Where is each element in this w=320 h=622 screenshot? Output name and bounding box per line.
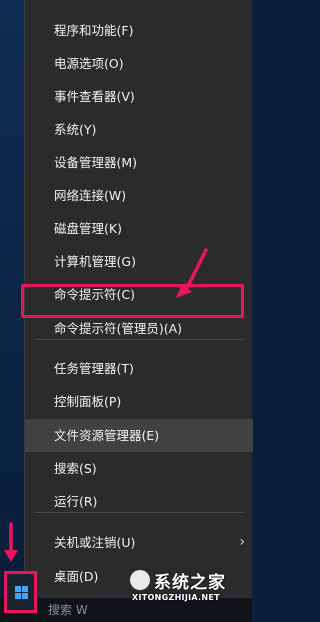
menu-item-label: 事件查看器(V) <box>54 89 135 104</box>
menu-item-label: 磁盘管理(K) <box>54 221 122 236</box>
menu-item-search[interactable]: 搜索(S) <box>25 452 253 485</box>
menu-item-label: 桌面(D) <box>54 569 99 584</box>
watermark-brand: 系统之家 <box>154 573 226 593</box>
pink-arrow-icon <box>176 248 208 298</box>
chevron-right-icon: › <box>239 534 245 550</box>
menu-item-label: 搜索(S) <box>54 461 97 476</box>
menu-item-system[interactable]: 系统(Y) <box>25 113 253 146</box>
menu-item-file-explorer[interactable]: 文件资源管理器(E) <box>25 419 253 452</box>
menu-item-label: 网络连接(W) <box>54 188 127 203</box>
menu-item-label: 文件资源管理器(E) <box>54 428 160 443</box>
menu-item-label: 任务管理器(T) <box>54 361 134 376</box>
menu-item-event-viewer[interactable]: 事件查看器(V) <box>25 80 253 113</box>
menu-item-label: 运行(R) <box>54 494 98 509</box>
start-button[interactable] <box>4 571 37 613</box>
menu-item-programs-features[interactable]: 程序和功能(F) <box>25 14 253 47</box>
menu-item-device-manager[interactable]: 设备管理器(M) <box>25 146 253 179</box>
pink-arrow-icon <box>4 522 18 562</box>
taskbar-search-box[interactable]: 搜索 W <box>48 598 88 622</box>
menu-item-power-options[interactable]: 电源选项(O) <box>25 47 253 80</box>
watermark-url: XITONGZHIJIA.NET <box>132 593 220 602</box>
menu-item-shutdown-signout[interactable]: 关机或注销(U) › <box>25 526 253 559</box>
menu-item-label: 电源选项(O) <box>54 56 124 71</box>
menu-separator <box>35 339 243 340</box>
menu-item-disk-management[interactable]: 磁盘管理(K) <box>25 212 253 245</box>
menu-item-label: 计算机管理(G) <box>54 254 136 269</box>
menu-item-label: 控制面板(P) <box>54 394 122 409</box>
menu-item-task-manager[interactable]: 任务管理器(T) <box>25 352 253 385</box>
menu-item-label: 程序和功能(F) <box>54 23 134 38</box>
menu-item-label: 设备管理器(M) <box>54 155 138 170</box>
menu-item-computer-management[interactable]: 计算机管理(G) <box>25 245 253 278</box>
menu-item-network-connections[interactable]: 网络连接(W) <box>25 179 253 212</box>
menu-item-label: 系统(Y) <box>54 122 97 137</box>
watermark-logo-icon <box>130 570 150 590</box>
menu-item-control-panel[interactable]: 控制面板(P) <box>25 385 253 418</box>
menu-separator <box>35 512 243 513</box>
menu-item-label: 关机或注销(U) <box>54 535 136 550</box>
windows-logo-icon <box>15 586 28 599</box>
menu-item-run[interactable]: 运行(R) <box>25 485 253 518</box>
site-watermark: 系统之家 XITONGZHIJIA.NET <box>130 568 250 610</box>
menu-item-label: 命令提示符(管理员)(A) <box>54 321 183 336</box>
